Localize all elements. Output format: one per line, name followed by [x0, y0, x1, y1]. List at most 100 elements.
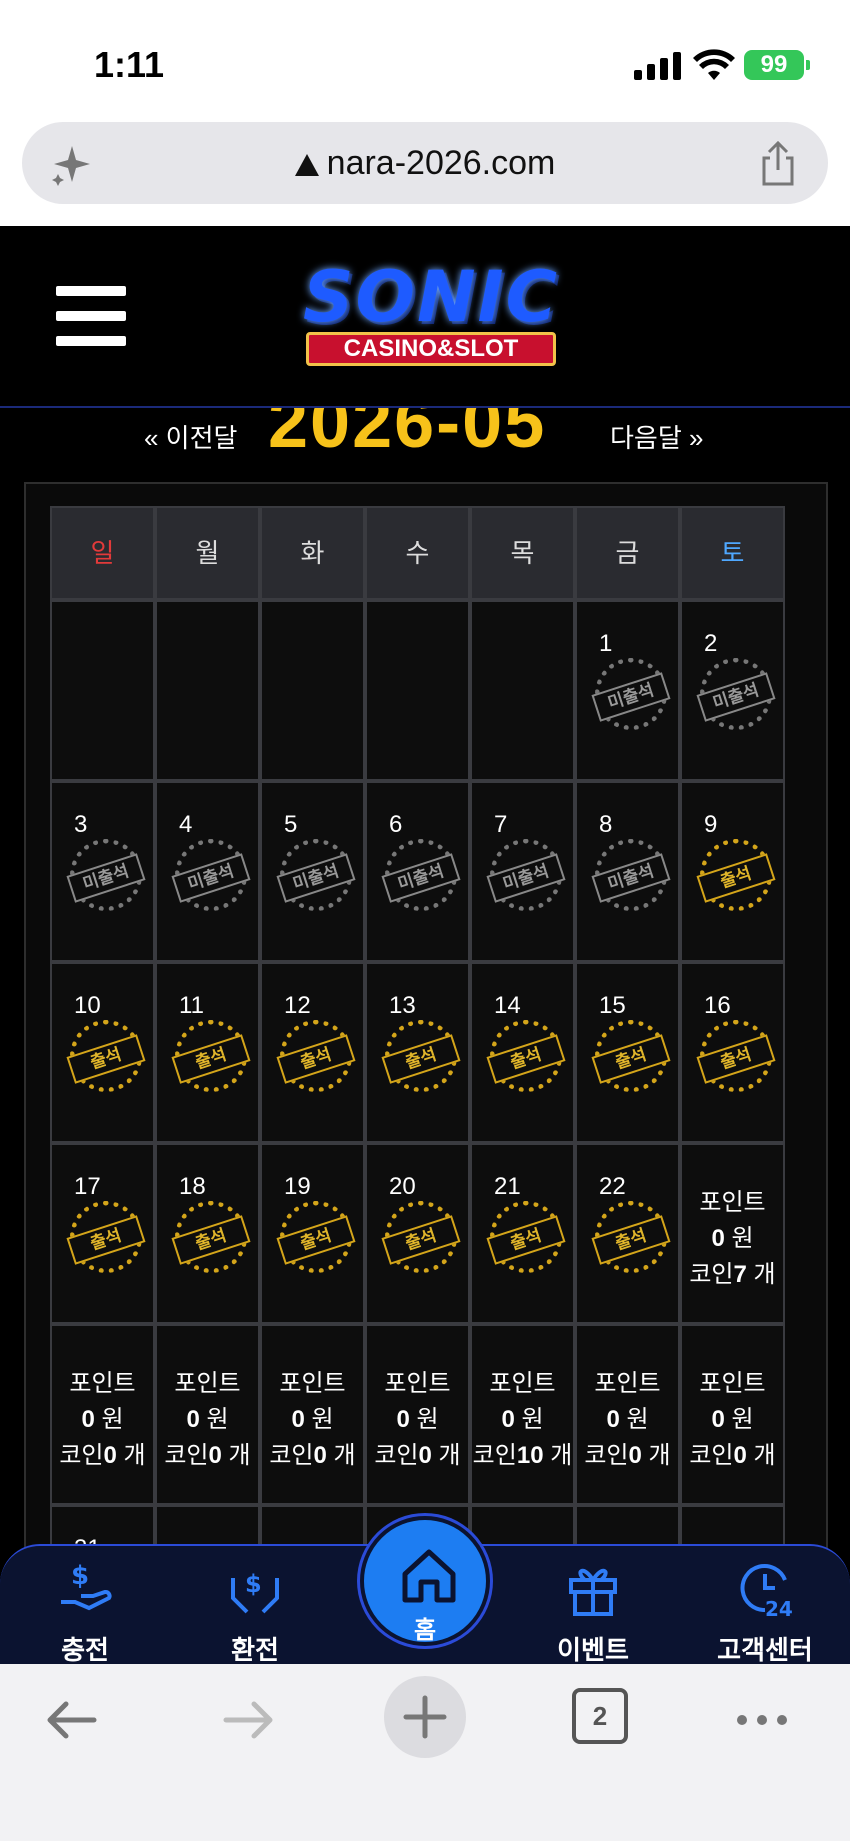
calendar-day-cell[interactable]: 30포인트0 원코인0 개: [680, 1324, 785, 1505]
calendar-day-cell[interactable]: 25포인트0 원코인0 개: [155, 1324, 260, 1505]
new-tab-button[interactable]: [384, 1676, 466, 1758]
absent-stamp-icon: 미출석: [696, 658, 776, 730]
calendar-day-cell[interactable]: 12 출석: [260, 962, 365, 1143]
status-time: 1:11: [94, 44, 165, 85]
calendar-day-cell[interactable]: 5 미출석: [260, 781, 365, 962]
calendar-day-cell[interactable]: 14 출석: [470, 962, 575, 1143]
stamp-label: 미출석: [381, 853, 461, 903]
reward-count-unit: 개: [333, 1442, 356, 1469]
present-stamp-icon: 출석: [276, 1020, 356, 1092]
calendar-day-cell[interactable]: 3 미출석: [50, 781, 155, 962]
reward-coin-value: 0: [313, 1442, 327, 1469]
stamp-label: 출석: [486, 1215, 566, 1265]
calendar-week-row: 10 출석 11 출석 12 출석 13 출석 14 출석 15 출석 16 출석: [50, 962, 785, 1143]
calendar-day-cell[interactable]: 10 출석: [50, 962, 155, 1143]
calendar-day-cell[interactable]: 19 출석: [260, 1143, 365, 1324]
forward-arrow-icon[interactable]: [220, 1692, 276, 1748]
calendar-day-cell[interactable]: 21 출석: [470, 1143, 575, 1324]
present-stamp-icon: 출석: [276, 1201, 356, 1273]
nav-home[interactable]: 홈: [360, 1516, 490, 1646]
day-number: 15: [599, 992, 626, 1019]
reward-won-unit: 원: [731, 1225, 754, 1252]
stamp-label: 출석: [381, 1034, 461, 1084]
back-arrow-icon[interactable]: [44, 1692, 100, 1748]
calendar-day-cell[interactable]: 6 미출석: [365, 781, 470, 962]
day-number: 9: [704, 811, 718, 838]
nav-deposit[interactable]: $ 충전: [20, 1558, 150, 1667]
day-number: 18: [179, 1173, 206, 1200]
reward-point-label: 포인트: [699, 1189, 766, 1216]
reward-won-unit: 원: [731, 1406, 754, 1433]
reward-won-unit: 원: [311, 1406, 334, 1433]
calendar-day-cell[interactable]: 18 출석: [155, 1143, 260, 1324]
present-stamp-icon: 출석: [591, 1020, 671, 1092]
calendar-day-cell[interactable]: 11 출석: [155, 962, 260, 1143]
share-icon[interactable]: [756, 140, 800, 188]
battery-indicator: 99: [744, 50, 810, 80]
menu-icon[interactable]: [56, 286, 126, 346]
prev-month-link[interactable]: « 이전달: [144, 418, 237, 455]
next-month-link[interactable]: 다음달 »: [610, 418, 703, 455]
present-stamp-icon: 출석: [486, 1201, 566, 1273]
calendar-day-cell[interactable]: 1 미출석: [575, 600, 680, 781]
calendar-day-cell[interactable]: 2 미출석: [680, 600, 785, 781]
calendar-day-cell[interactable]: 26포인트0 원코인0 개: [260, 1324, 365, 1505]
calendar-day-cell[interactable]: 20 출석: [365, 1143, 470, 1324]
nav-event-label: 이벤트: [557, 1635, 629, 1665]
tab-switcher-button[interactable]: 2: [572, 1688, 628, 1744]
day-number: 14: [494, 992, 521, 1019]
nav-deposit-label: 충전: [61, 1635, 109, 1665]
day-number: 8: [599, 811, 613, 838]
day-number: 19: [284, 1173, 311, 1200]
site-logo[interactable]: SONIC CASINO&SLOT: [266, 256, 596, 376]
day-number: 13: [389, 992, 416, 1019]
calendar-day-cell[interactable]: 16 출석: [680, 962, 785, 1143]
stamp-label: 출석: [696, 1034, 776, 1084]
absent-stamp-icon: 미출석: [486, 839, 566, 911]
calendar-day-cell[interactable]: 29포인트0 원코인0 개: [575, 1324, 680, 1505]
stamp-label: 출석: [66, 1215, 146, 1265]
url-text[interactable]: nara-2026.com: [22, 144, 828, 183]
calendar-day-cell[interactable]: 22 출석: [575, 1143, 680, 1324]
nav-support[interactable]: 24 고객센터: [700, 1558, 830, 1667]
present-stamp-icon: 출석: [66, 1201, 146, 1273]
weekday-header-cell: 금: [575, 506, 680, 600]
calendar-day-cell[interactable]: 9 출석: [680, 781, 785, 962]
url-label: nara-2026.com: [326, 144, 556, 182]
calendar-day-cell[interactable]: 8 미출석: [575, 781, 680, 962]
svg-text:$: $: [245, 1570, 262, 1598]
reward-point-label: 포인트: [489, 1370, 556, 1397]
reward-won-unit: 원: [416, 1406, 439, 1433]
address-bar[interactable]: nara-2026.com: [22, 122, 828, 204]
reward-won-unit: 원: [626, 1406, 649, 1433]
nav-event[interactable]: 이벤트: [528, 1558, 658, 1667]
reward-point-label: 포인트: [384, 1370, 451, 1397]
weekday-header: 일월화수목금토: [50, 506, 785, 600]
calendar-day-cell[interactable]: 15 출석: [575, 962, 680, 1143]
reward-coin-value: 7: [733, 1261, 747, 1288]
stamp-label: 출석: [276, 1215, 356, 1265]
calendar-day-cell[interactable]: 24포인트0 원코인0 개: [50, 1324, 155, 1505]
calendar-day-cell[interactable]: 7 미출석: [470, 781, 575, 962]
reward-coin-value: 10: [516, 1442, 544, 1469]
day-number: 11: [179, 992, 204, 1019]
calendar-day-cell[interactable]: 17 출석: [50, 1143, 155, 1324]
more-icon[interactable]: [732, 1692, 792, 1748]
calendar-day-cell[interactable]: 4 미출석: [155, 781, 260, 962]
reward-count-unit: 개: [648, 1442, 671, 1469]
calendar-day-cell[interactable]: 27포인트0 원코인0 개: [365, 1324, 470, 1505]
nav-support-label: 고객센터: [717, 1635, 813, 1665]
present-stamp-icon: 출석: [486, 1020, 566, 1092]
nav-withdraw[interactable]: $ 환전: [190, 1558, 320, 1667]
calendar-day-cell[interactable]: 23포인트0 원코인7 개: [680, 1143, 785, 1324]
reward-point-value: 0: [186, 1406, 200, 1433]
attendance-page: 2026-05 « 이전달 다음달 » 일월화수목금토 1 미출석 2 미출석 3 미출석…: [0, 408, 850, 1664]
stamp-label: 미출석: [486, 853, 566, 903]
month-title: 2026-05: [268, 408, 547, 463]
reward-point-label: 포인트: [279, 1370, 346, 1397]
calendar-day-cell[interactable]: 28포인트0 원코인10 개: [470, 1324, 575, 1505]
calendar-week-row: 24포인트0 원코인0 개25포인트0 원코인0 개26포인트0 원코인0 개2…: [50, 1324, 785, 1505]
reward-summary: 포인트 0 원 코인0 개: [262, 1366, 363, 1474]
calendar-day-cell[interactable]: 13 출석: [365, 962, 470, 1143]
stamp-label: 미출석: [591, 853, 671, 903]
